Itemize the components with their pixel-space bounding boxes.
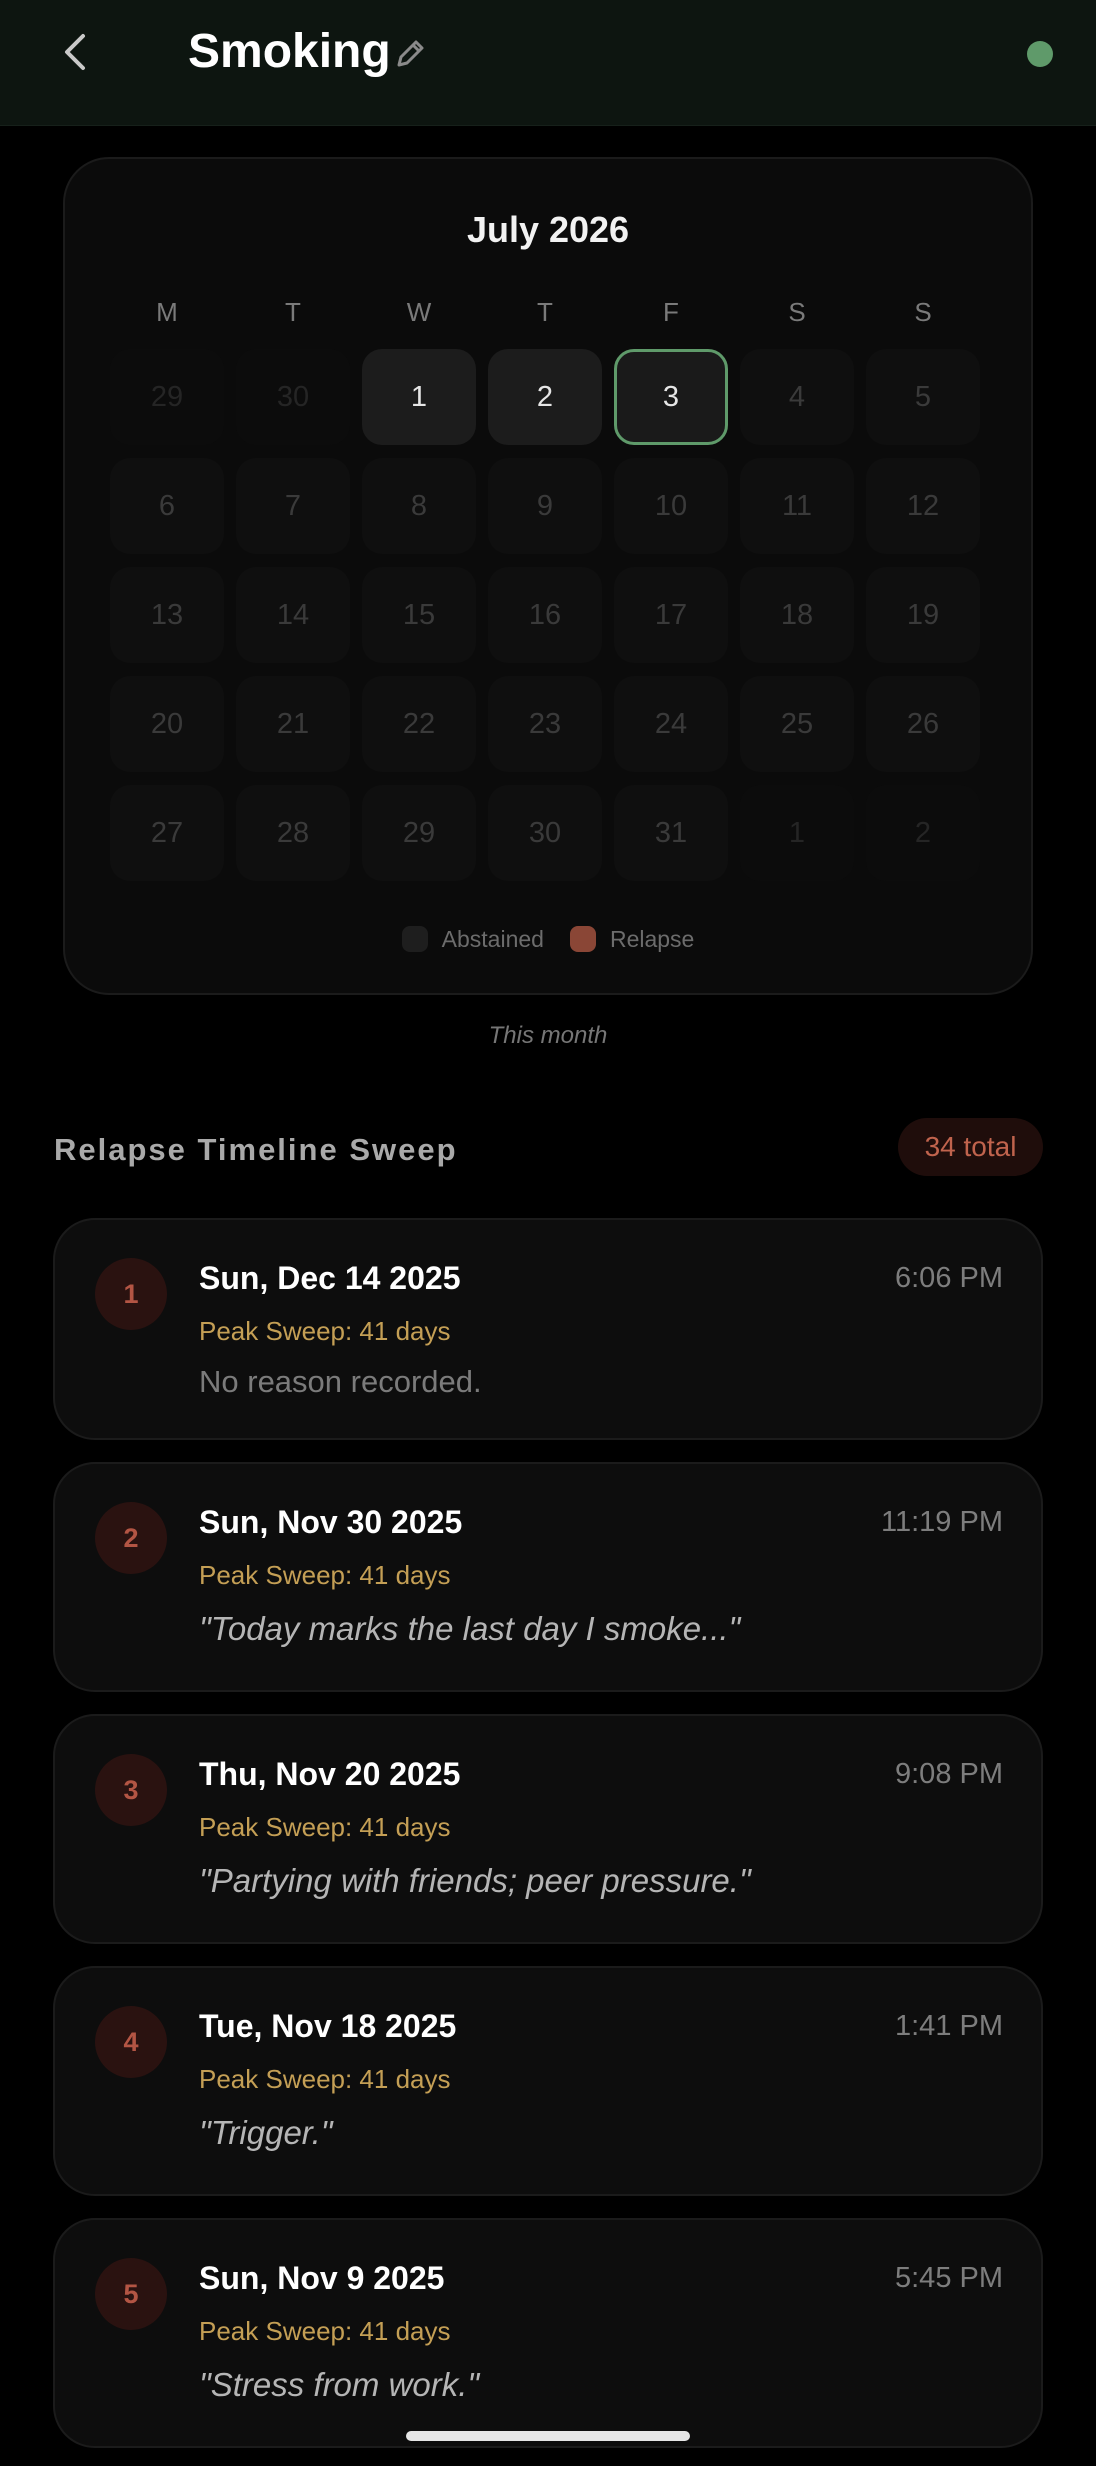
weekday-label: S (788, 297, 806, 327)
edit-title-button[interactable] (392, 34, 430, 72)
entry-number-badge: 2 (95, 1502, 167, 1574)
calendar-day[interactable]: 4 (740, 349, 854, 445)
relapse-entry[interactable]: 5 Sun, Nov 9 2025 5:45 PM Peak Sweep: 41… (53, 2218, 1043, 2448)
entry-date: Sun, Nov 30 2025 (199, 1504, 463, 1540)
entry-reason: "Stress from work." (199, 2366, 480, 2403)
calendar-day[interactable]: 14 (236, 567, 350, 663)
entry-date: Sun, Nov 9 2025 (199, 2260, 445, 2296)
entry-peak-sweep: Peak Sweep: 41 days (199, 1316, 451, 1346)
calendar-day[interactable]: 29 (362, 785, 476, 881)
relapse-swatch (569, 926, 596, 952)
pencil-icon (397, 40, 424, 67)
entry-date: Sun, Dec 14 2025 (199, 1260, 461, 1296)
entry-peak-sweep: Peak Sweep: 41 days (199, 1812, 451, 1842)
calendar-day[interactable]: 15 (362, 567, 476, 663)
abstained-swatch (401, 926, 428, 952)
calendar-day[interactable]: 27 (110, 785, 224, 881)
calendar-days-grid: 29 30 1 2 3 4 5 6 7 8 9 10 11 12 13 14 15 16 17 18 19 20 21 22 2… (110, 349, 990, 881)
entry-reason: "Trigger." (199, 2114, 333, 2151)
total-count-badge: 34 total (898, 1118, 1043, 1176)
home-indicator[interactable] (406, 2431, 690, 2441)
calendar-day[interactable]: 1 (362, 349, 476, 445)
status-indicator (1027, 41, 1053, 67)
calendar-day[interactable]: 8 (362, 458, 476, 554)
page-title: Smoking (188, 25, 391, 78)
entry-reason: No reason recorded. (199, 1364, 482, 1399)
calendar-day[interactable]: 28 (236, 785, 350, 881)
calendar-day[interactable]: 22 (362, 676, 476, 772)
legend-abstained: Abstained (401, 925, 544, 953)
calendar-day[interactable]: 12 (866, 458, 980, 554)
entry-number-badge: 4 (95, 2006, 167, 2078)
calendar-legend: Abstained Relapse (65, 922, 1031, 956)
calendar-day[interactable]: 6 (110, 458, 224, 554)
calendar-day[interactable]: 26 (866, 676, 980, 772)
entry-peak-sweep: Peak Sweep: 41 days (199, 1560, 451, 1590)
back-button[interactable] (44, 22, 104, 82)
calendar-day[interactable]: 5 (866, 349, 980, 445)
calendar-day[interactable]: 17 (614, 567, 728, 663)
weekday-header: M T W T F S S (110, 292, 990, 332)
entry-peak-sweep: Peak Sweep: 41 days (199, 2316, 451, 2346)
calendar-day[interactable]: 20 (110, 676, 224, 772)
entry-number-badge: 5 (95, 2258, 167, 2330)
weekday-label: F (663, 297, 679, 327)
weekday-label: W (406, 297, 432, 327)
entry-date: Thu, Nov 20 2025 (199, 1756, 461, 1792)
entry-number-badge: 1 (95, 1258, 167, 1330)
weekday-label: T (285, 297, 301, 327)
calendar-day[interactable]: 9 (488, 458, 602, 554)
app-header: Smoking (0, 0, 1096, 126)
timeline-section-title: Relapse Timeline Sweep (54, 1132, 458, 1167)
entry-date: Tue, Nov 18 2025 (199, 2008, 457, 2044)
calendar-day[interactable]: 18 (740, 567, 854, 663)
calendar-day[interactable]: 19 (866, 567, 980, 663)
legend-relapse: Relapse (569, 925, 695, 953)
weekday-label: M (156, 297, 178, 327)
calendar-day[interactable]: 11 (740, 458, 854, 554)
calendar-day[interactable]: 21 (236, 676, 350, 772)
calendar-day[interactable]: 7 (236, 458, 350, 554)
calendar-day[interactable]: 10 (614, 458, 728, 554)
entry-peak-sweep: Peak Sweep: 41 days (199, 2064, 451, 2094)
calendar-day[interactable]: 23 (488, 676, 602, 772)
calendar-day[interactable]: 30 (488, 785, 602, 881)
page: Smoking July 2026 M T W T F S S 29 30 1 2 3 4… (0, 0, 1096, 2466)
calendar-day[interactable]: 25 (740, 676, 854, 772)
calendar-day[interactable]: 29 (110, 349, 224, 445)
legend-relapse-label: Relapse (609, 925, 695, 952)
entry-time: 9:08 PM (895, 1758, 1003, 1790)
entry-time: 5:45 PM (895, 2262, 1003, 2294)
entry-reason: "Today marks the last day I smoke..." (199, 1610, 741, 1647)
calendar-month-label: July 2026 (466, 209, 630, 250)
calendar-day[interactable]: 13 (110, 567, 224, 663)
entry-time: 1:41 PM (895, 2010, 1003, 2042)
calendar-day[interactable]: 31 (614, 785, 728, 881)
calendar-day[interactable]: 1 (740, 785, 854, 881)
weekday-label: T (537, 297, 553, 327)
calendar-day[interactable]: 24 (614, 676, 728, 772)
calendar-card: July 2026 M T W T F S S 29 30 1 2 3 4 5 6 7 8 9 10 1… (63, 157, 1033, 995)
calendar-day[interactable]: 2 (866, 785, 980, 881)
calendar-day-today[interactable]: 3 (614, 349, 728, 445)
relapse-entry[interactable]: 3 Thu, Nov 20 2025 9:08 PM Peak Sweep: 4… (53, 1714, 1043, 1944)
relapse-entry[interactable]: 2 Sun, Nov 30 2025 11:19 PM Peak Sweep: … (53, 1462, 1043, 1692)
weekday-label: S (914, 297, 932, 327)
chevron-left-icon (65, 34, 85, 70)
entry-number-badge: 3 (95, 1754, 167, 1826)
entry-time: 11:19 PM (881, 1506, 1003, 1538)
entry-reason: "Partying with friends; peer pressure." (199, 1862, 751, 1899)
entry-time: 6:06 PM (895, 1262, 1003, 1294)
calendar-day[interactable]: 30 (236, 349, 350, 445)
calendar-caption: This month (488, 1022, 608, 1049)
relapse-entry[interactable]: 4 Tue, Nov 18 2025 1:41 PM Peak Sweep: 4… (53, 1966, 1043, 2196)
relapse-entry[interactable]: 1 Sun, Dec 14 2025 6:06 PM Peak Sweep: 4… (53, 1218, 1043, 1440)
calendar-day[interactable]: 2 (488, 349, 602, 445)
legend-abstained-label: Abstained (441, 925, 544, 952)
calendar-day[interactable]: 16 (488, 567, 602, 663)
